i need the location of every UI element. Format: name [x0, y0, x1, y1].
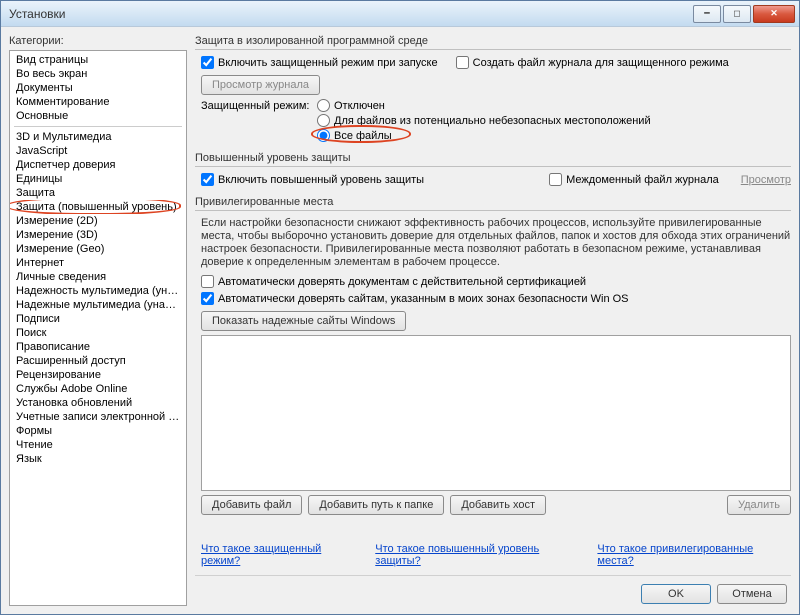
- add-folder-button[interactable]: Добавить путь к папке: [308, 495, 444, 515]
- sidebar-item[interactable]: Службы Adobe Online: [10, 382, 186, 396]
- sidebar-item[interactable]: Личные сведения: [10, 270, 186, 284]
- what-protected-link[interactable]: Что такое защищенный режим?: [201, 543, 357, 567]
- mode-off-radio[interactable]: Отключен: [317, 99, 651, 112]
- sidebar-item[interactable]: Рецензирование: [10, 368, 186, 382]
- sidebar-item[interactable]: Чтение: [10, 438, 186, 452]
- close-button[interactable]: ✕: [753, 5, 795, 23]
- sandbox-title: Защита в изолированной программной среде: [195, 35, 791, 50]
- category-list[interactable]: Вид страницыВо весь экранДокументыКоммен…: [9, 50, 187, 606]
- enhanced-section: Повышенный уровень защиты Включить повыш…: [195, 152, 791, 190]
- window-buttons: ━ ◻ ✕: [691, 5, 795, 23]
- sandbox-section: Защита в изолированной программной среде…: [195, 35, 791, 146]
- enhanced-title: Повышенный уровень защиты: [195, 152, 791, 167]
- sidebar-item[interactable]: Интернет: [10, 256, 186, 270]
- main-panel: Защита в изолированной программной среде…: [195, 35, 791, 606]
- sidebar-item[interactable]: Установка обновлений: [10, 396, 186, 410]
- sidebar-item[interactable]: Основные: [10, 109, 186, 123]
- sidebar-item[interactable]: Документы: [10, 81, 186, 95]
- sidebar-item[interactable]: Правописание: [10, 340, 186, 354]
- trust-winos-checkbox[interactable]: Автоматически доверять сайтам, указанным…: [201, 292, 629, 305]
- trust-cert-checkbox[interactable]: Автоматически доверять документам с дейс…: [201, 275, 791, 288]
- view-log-button[interactable]: Просмотр журнала: [201, 75, 320, 95]
- priv-description: Если настройки безопасности снижают эффе…: [201, 217, 791, 269]
- minimize-button[interactable]: ━: [693, 5, 721, 23]
- dialog-buttons: OK Отмена: [195, 575, 791, 606]
- sidebar-item[interactable]: JavaScript: [10, 144, 186, 158]
- sidebar-item[interactable]: Защита: [10, 186, 186, 200]
- create-log-checkbox[interactable]: Создать файл журнала для защищенного реж…: [456, 56, 729, 69]
- sidebar-item[interactable]: 3D и Мультимедиа: [10, 130, 186, 144]
- sidebar-item[interactable]: Диспетчер доверия: [10, 158, 186, 172]
- sidebar-item[interactable]: Измерение (2D): [10, 214, 186, 228]
- add-file-button[interactable]: Добавить файл: [201, 495, 302, 515]
- protected-mode-radios: Отключен Для файлов из потенциально небе…: [317, 99, 651, 142]
- add-host-button[interactable]: Добавить хост: [450, 495, 546, 515]
- show-trusted-button[interactable]: Показать надежные сайты Windows: [201, 311, 406, 331]
- dialog-body: Категории: Вид страницыВо весь экранДоку…: [1, 27, 799, 614]
- cancel-button[interactable]: Отмена: [717, 584, 787, 604]
- sidebar: Категории: Вид страницыВо весь экранДоку…: [9, 35, 187, 606]
- preferences-window: Установки ━ ◻ ✕ Категории: Вид страницыВ…: [0, 0, 800, 615]
- mode-all-radio[interactable]: Все файлы: [317, 129, 651, 142]
- sidebar-item[interactable]: Вид страницы: [10, 53, 186, 67]
- what-enhanced-link[interactable]: Что такое повышенный уровень защиты?: [375, 543, 579, 567]
- sidebar-item[interactable]: Подписи: [10, 312, 186, 326]
- window-title: Установки: [9, 7, 691, 21]
- sidebar-item[interactable]: Язык: [10, 452, 186, 466]
- sidebar-item[interactable]: Надежные мультимедиа (унаслед.): [10, 298, 186, 312]
- sidebar-separator: [14, 126, 182, 127]
- sidebar-item[interactable]: Измерение (Geo): [10, 242, 186, 256]
- priv-section: Привилегированные места Если настройки б…: [195, 196, 791, 527]
- what-priv-link[interactable]: Что такое привилегированные места?: [597, 543, 785, 567]
- sidebar-item[interactable]: Комментирование: [10, 95, 186, 109]
- sidebar-item[interactable]: Измерение (3D): [10, 228, 186, 242]
- sidebar-item[interactable]: Надежность мультимедиа (унаслед.): [10, 284, 186, 298]
- ok-button[interactable]: OK: [641, 584, 711, 604]
- protected-mode-label: Защищенный режим:: [201, 99, 311, 112]
- sidebar-item[interactable]: Формы: [10, 424, 186, 438]
- sidebar-label: Категории:: [9, 35, 187, 47]
- remove-button[interactable]: Удалить: [727, 495, 791, 515]
- enable-enhanced-checkbox[interactable]: Включить повышенный уровень защиты: [201, 173, 424, 186]
- sidebar-item[interactable]: Во весь экран: [10, 67, 186, 81]
- titlebar: Установки ━ ◻ ✕: [1, 1, 799, 27]
- sidebar-item[interactable]: Расширенный доступ: [10, 354, 186, 368]
- enable-protected-checkbox[interactable]: Включить защищенный режим при запуске: [201, 56, 438, 69]
- sidebar-item[interactable]: Учетные записи электронной почты: [10, 410, 186, 424]
- highlight-circle-icon: [10, 200, 181, 214]
- sidebar-item[interactable]: Единицы: [10, 172, 186, 186]
- help-links: Что такое защищенный режим? Что такое по…: [195, 533, 791, 571]
- sidebar-item[interactable]: Защита (повышенный уровень): [10, 200, 186, 214]
- priv-listbox[interactable]: [201, 335, 791, 491]
- maximize-button[interactable]: ◻: [723, 5, 751, 23]
- mode-unsafe-radio[interactable]: Для файлов из потенциально небезопасных …: [317, 114, 651, 127]
- priv-title: Привилегированные места: [195, 196, 791, 211]
- view-enhanced-link[interactable]: Просмотр: [741, 174, 791, 186]
- sidebar-item[interactable]: Поиск: [10, 326, 186, 340]
- crossdomain-checkbox[interactable]: Междоменный файл журнала: [549, 173, 719, 186]
